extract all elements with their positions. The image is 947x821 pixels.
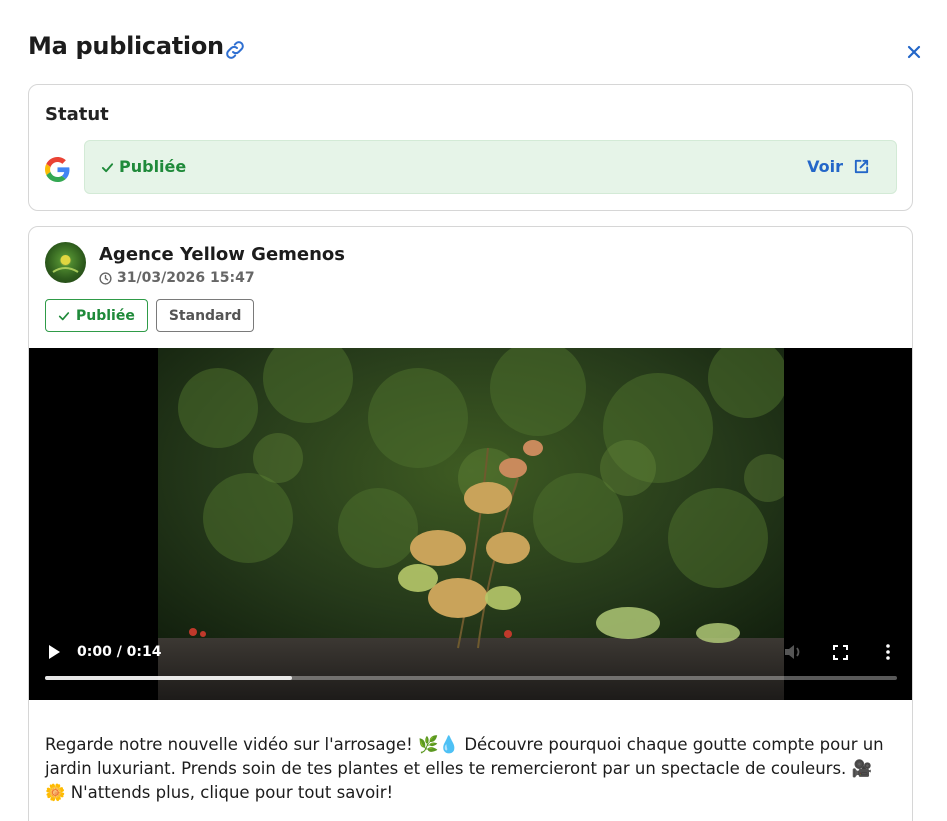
video-time: 0:00 / 0:14	[77, 644, 162, 660]
dialog-header: Ma publication	[28, 30, 928, 66]
published-badge-label: Publiée	[76, 307, 135, 324]
google-icon	[45, 157, 70, 182]
status-heading: Statut	[45, 104, 109, 125]
play-icon[interactable]	[47, 644, 61, 660]
more-options-icon[interactable]	[885, 644, 891, 660]
close-icon[interactable]	[904, 42, 924, 62]
video-controls: 0:00 / 0:14	[29, 348, 912, 700]
external-link-icon	[854, 159, 869, 174]
video-buffered-range	[45, 676, 293, 680]
check-icon	[58, 311, 70, 320]
volume-icon[interactable]	[784, 644, 802, 660]
avatar	[45, 242, 86, 283]
author-name: Agence Yellow Gemenos	[99, 244, 346, 265]
published-badge: Publiée	[45, 299, 148, 332]
video-progress-bar[interactable]	[45, 676, 897, 680]
view-post-link[interactable]: Voir	[807, 157, 870, 176]
check-icon	[101, 163, 114, 173]
fullscreen-icon[interactable]	[833, 645, 848, 660]
avatar-image	[52, 255, 79, 273]
video-player[interactable]: 0:00 / 0:14	[29, 348, 912, 700]
post-type-badge: Standard	[155, 299, 255, 332]
post-date-row: 31/03/2026 15:47	[99, 270, 255, 286]
post-card: Agence Yellow Gemenos 31/03/2026 15:47 P…	[28, 226, 913, 821]
status-card: Statut Publiée Voir	[28, 84, 913, 211]
status-label: Publiée	[119, 157, 187, 176]
status-bar: Publiée Voir	[84, 140, 897, 194]
clock-icon	[99, 271, 112, 285]
page-title: Ma publication	[28, 32, 224, 60]
copy-link-icon[interactable]	[223, 38, 247, 62]
post-date: 31/03/2026 15:47	[117, 270, 255, 286]
view-post-label: Voir	[807, 157, 843, 176]
badges: Publiée Standard	[45, 299, 255, 332]
post-caption: Regarde notre nouvelle vidéo sur l'arros…	[45, 735, 884, 802]
